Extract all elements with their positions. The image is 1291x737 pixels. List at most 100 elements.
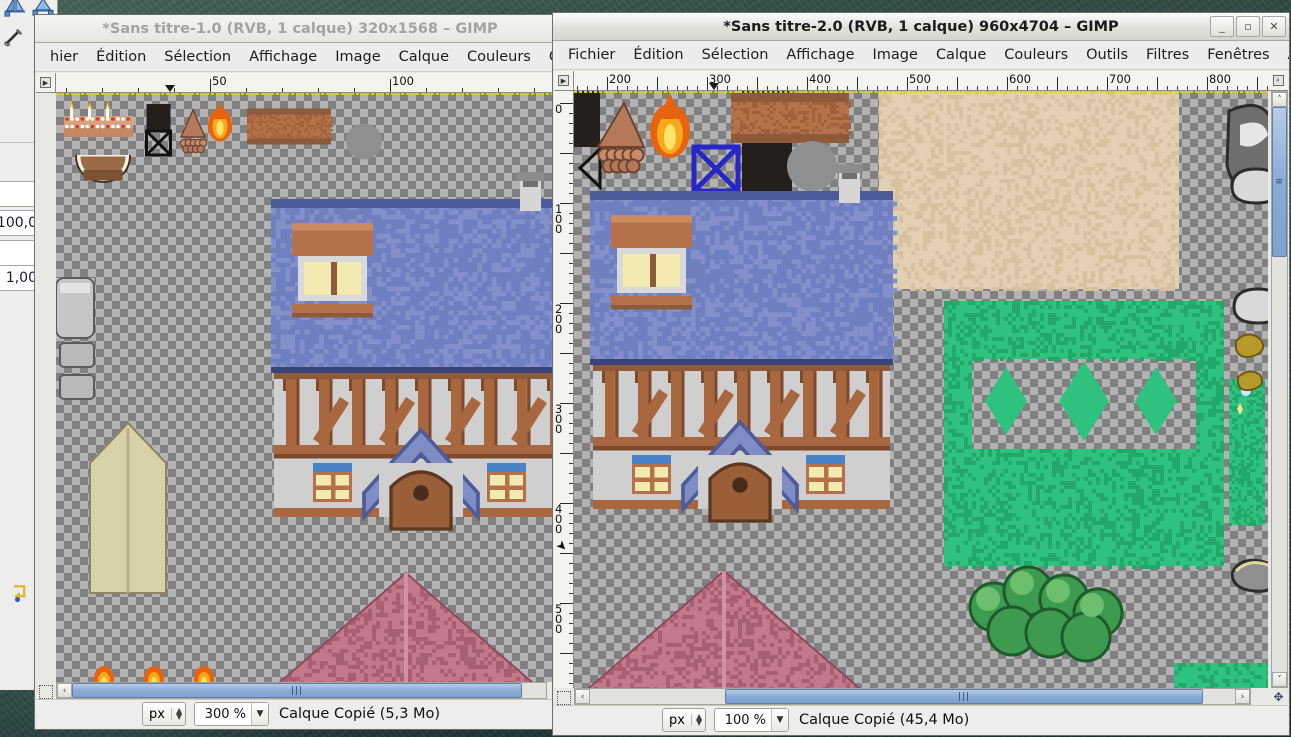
left-unit-combo[interactable]: px ▲ ▼ <box>142 702 186 726</box>
ruler-major-tick <box>857 77 858 90</box>
right-zoom-value: 100 % <box>724 712 766 728</box>
ruler-minor-tick <box>1087 86 1088 90</box>
ruler-minor-tick <box>767 86 768 90</box>
gimp-window-left[interactable]: *Sans titre-1.0 (RVB, 1 calque) 320x1568… <box>34 14 566 730</box>
navigation-move-icon[interactable]: ✥ <box>1271 689 1286 704</box>
right-h-scroll-thumb[interactable]: ||| <box>725 689 1203 704</box>
right-horizontal-ruler[interactable]: 200 300 400 500 600 700 800 <box>574 71 1268 91</box>
menu-item-calque[interactable]: Calque <box>390 46 458 68</box>
gimp-window-right[interactable]: *Sans titre-2.0 (RVB, 1 calque) 960x4704… <box>552 12 1290 736</box>
ruler-minor-tick <box>647 86 648 90</box>
scroll-down-icon[interactable]: ˅ <box>1272 672 1287 687</box>
left-unit-arrows-icon[interactable]: ▲ ▼ <box>170 707 182 721</box>
right-menubar[interactable]: Fichier Édition Sélection Affichage Image Cal… <box>553 41 1289 70</box>
ruler-minor-tick <box>1177 86 1178 90</box>
right-quickmask-toggle[interactable] <box>557 691 571 705</box>
right-window-title: *Sans titre-2.0 (RVB, 1 calque) 960x4704… <box>723 18 1119 35</box>
right-h-scroll-track-right[interactable] <box>1203 689 1235 704</box>
ruler-minor-tick <box>977 86 978 90</box>
ruler-minor-tick <box>569 513 573 514</box>
menu-item-filtres[interactable]: Filtres <box>1137 44 1198 66</box>
unit-menu-icon[interactable]: ▶ <box>40 77 51 88</box>
menu-item-slection[interactable]: Sélection <box>693 44 778 66</box>
right-ruler-corner[interactable]: ▶ <box>554 71 574 91</box>
menu-item-calque[interactable]: Calque <box>927 44 995 66</box>
grass-tile <box>1196 301 1224 566</box>
ruler-minor-tick <box>569 373 573 374</box>
maximize-button[interactable]: ▫ <box>1236 16 1260 37</box>
right-scroll-right-icon[interactable]: › <box>1235 689 1250 704</box>
ruler-minor-tick <box>498 88 499 92</box>
ink-tool-icon[interactable] <box>3 26 25 48</box>
menu-item-affichage[interactable]: Affichage <box>240 46 326 68</box>
right-window-titlebar[interactable]: *Sans titre-2.0 (RVB, 1 calque) 960x4704… <box>553 13 1289 41</box>
menu-item-image[interactable]: Image <box>326 46 389 68</box>
left-menubar[interactable]: hier Édition Sélection Affichage Image Calque… <box>35 43 565 72</box>
menu-item-hier[interactable]: hier <box>41 46 87 68</box>
menu-item-slection[interactable]: Sélection <box>155 46 240 68</box>
ruler-position-marker <box>709 83 719 90</box>
zoom-image-button[interactable]: ⌕ <box>1268 71 1288 91</box>
menu-item-fichier[interactable]: Fichier <box>559 44 624 66</box>
ruler-minor-tick <box>569 323 573 324</box>
left-quickmask-toggle[interactable] <box>39 685 53 699</box>
grass-tile <box>944 449 1224 569</box>
left-ruler-corner[interactable]: ▶ <box>36 73 56 93</box>
menu-item-aide[interactable]: Aide <box>1279 44 1289 66</box>
menu-item-dition[interactable]: Édition <box>87 46 155 68</box>
ruler-minor-tick <box>569 283 573 284</box>
right-h-scrollbar[interactable]: ‹ ||| › <box>574 688 1251 705</box>
menu-item-couleurs[interactable]: Couleurs <box>458 46 540 68</box>
left-h-scroll-track[interactable] <box>522 683 546 698</box>
ruler-minor-tick <box>837 86 838 90</box>
ruler-minor-tick <box>1027 86 1028 90</box>
right-canvas[interactable] <box>574 91 1268 688</box>
ruler-minor-tick <box>947 86 948 90</box>
grass-tile <box>944 301 972 566</box>
ruler-major-tick <box>560 653 573 654</box>
menu-item-outils[interactable]: Outils <box>1077 44 1137 66</box>
scroll-up-icon[interactable]: ˄ <box>1272 92 1287 107</box>
ruler-minor-tick <box>569 683 573 684</box>
ruler-minor-tick <box>569 223 573 224</box>
right-canvas-artwork <box>574 91 1268 688</box>
ruler-minor-tick <box>282 88 283 92</box>
left-h-scroll-thumb[interactable]: ||| <box>72 683 522 698</box>
ruler-minor-tick <box>569 423 573 424</box>
ruler-minor-tick <box>569 643 573 644</box>
right-vertical-ruler[interactable]: 0 100 200 300 400 500 ➤ <box>554 91 574 688</box>
left-horizontal-ruler[interactable]: 50 100 <box>56 73 564 93</box>
left-zoom-value: 300 % <box>204 706 246 722</box>
flip-tool-icon[interactable] <box>4 0 26 18</box>
menu-item-image[interactable]: Image <box>864 44 927 66</box>
left-scroll-left-icon[interactable]: ‹ <box>57 683 72 698</box>
ruler-minor-tick <box>354 88 355 92</box>
reset-icon[interactable] <box>10 583 30 603</box>
menu-item-couleurs[interactable]: Couleurs <box>995 44 1077 66</box>
right-v-scrollbar[interactable]: ˄ ≡ ˅ <box>1271 91 1288 688</box>
right-unit-combo[interactable]: px ▲ ▼ <box>662 708 706 732</box>
ruler-minor-tick <box>569 443 573 444</box>
close-button[interactable]: ✕ <box>1262 16 1286 37</box>
ruler-minor-tick <box>627 86 628 90</box>
right-unit-menu-icon[interactable]: ▶ <box>558 75 569 86</box>
left-window-titlebar[interactable]: *Sans titre-1.0 (RVB, 1 calque) 320x1568… <box>35 15 565 43</box>
left-zoom-combo[interactable]: 300 % ▼ <box>194 702 269 726</box>
right-v-scroll-thumb[interactable]: ≡ <box>1272 107 1287 257</box>
minimize-button[interactable]: _ <box>1210 16 1234 37</box>
right-zoom-combo[interactable]: 100 % ▼ <box>714 708 789 732</box>
left-canvas[interactable] <box>56 93 564 682</box>
menu-item-affichage[interactable]: Affichage <box>777 44 863 66</box>
right-h-scroll-track-left[interactable] <box>590 689 725 704</box>
menu-item-fentres[interactable]: Fenêtres <box>1198 44 1278 66</box>
ruler-minor-tick <box>569 143 573 144</box>
right-zoom-caret-icon[interactable]: ▼ <box>771 709 788 731</box>
left-h-scrollbar[interactable]: ‹ ||| <box>56 682 547 699</box>
ruler-minor-tick <box>1077 86 1078 90</box>
right-unit-arrows-icon[interactable]: ▲ ▼ <box>690 713 702 727</box>
menu-item-dition[interactable]: Édition <box>624 44 692 66</box>
left-zoom-caret-icon[interactable]: ▼ <box>251 703 268 725</box>
ruler-minor-tick <box>569 583 573 584</box>
grass-diamond <box>984 367 1028 435</box>
right-scroll-left-icon[interactable]: ‹ <box>575 689 590 704</box>
